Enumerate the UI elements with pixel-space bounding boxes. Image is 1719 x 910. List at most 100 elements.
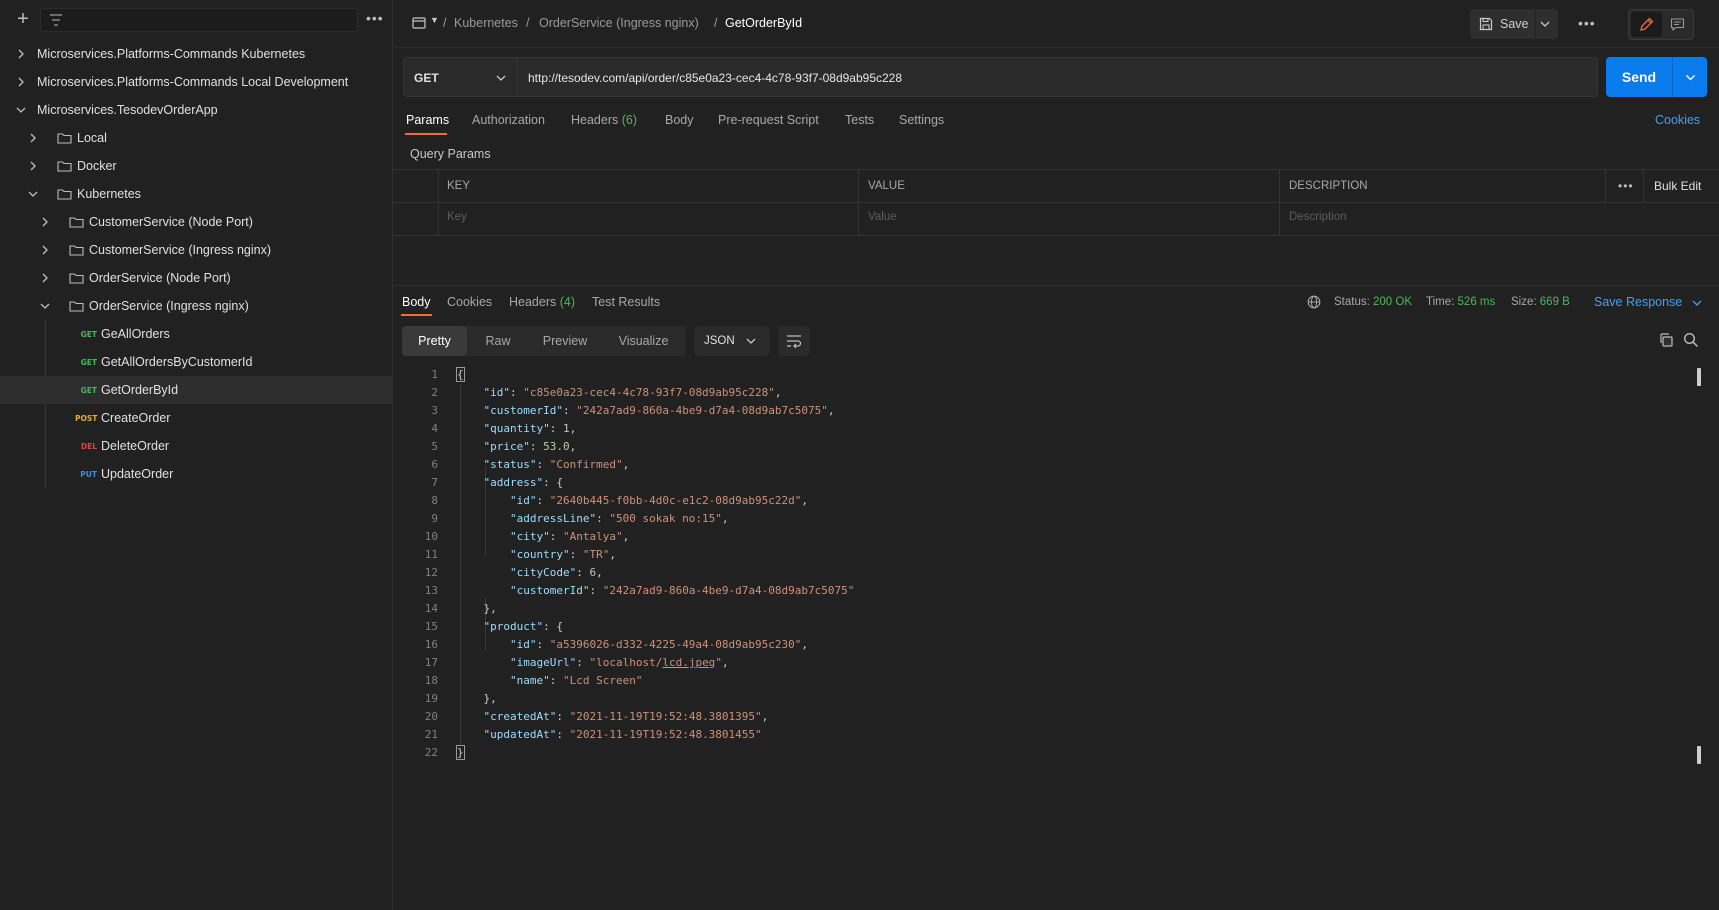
method-badge: GET bbox=[80, 357, 97, 367]
breadcrumb-current[interactable]: GetOrderById bbox=[725, 16, 802, 30]
size-readout[interactable]: Size: 669 B bbox=[1511, 296, 1570, 308]
tab-headers-count: (6) bbox=[621, 113, 638, 127]
json-value-image-url-link[interactable]: lcd.jpeg bbox=[662, 656, 715, 669]
description-input[interactable]: Description bbox=[1289, 211, 1347, 223]
tab-tests[interactable]: Tests bbox=[845, 113, 874, 127]
send-button[interactable]: Send bbox=[1606, 57, 1707, 97]
chevron-right-icon[interactable] bbox=[28, 133, 38, 143]
tree-item-collection[interactable]: Microservices.Platforms-Commands Kuberne… bbox=[0, 40, 392, 68]
tab-response-body[interactable]: Body bbox=[402, 295, 431, 309]
cookies-link[interactable]: Cookies bbox=[1655, 113, 1700, 127]
chevron-down-icon[interactable] bbox=[40, 301, 50, 311]
json-value-created-at: 2021-11-19T19:52:48.3801395 bbox=[576, 710, 756, 723]
folder-icon bbox=[57, 133, 72, 144]
tab-authorization[interactable]: Authorization bbox=[472, 113, 545, 127]
line-number: 20 bbox=[424, 710, 438, 723]
method-select[interactable]: GET bbox=[403, 57, 517, 97]
line-number: 7 bbox=[431, 476, 438, 489]
tree-item-folder[interactable]: OrderService (Ingress nginx) bbox=[0, 292, 392, 320]
search-icon[interactable] bbox=[1683, 332, 1699, 348]
json-key: "name" bbox=[509, 674, 550, 687]
tab-settings[interactable]: Settings bbox=[899, 113, 944, 127]
globe-icon[interactable] bbox=[1307, 295, 1321, 309]
chevron-down-icon[interactable] bbox=[1540, 19, 1550, 29]
chevron-right-icon[interactable] bbox=[28, 161, 38, 171]
chevron-down-icon[interactable] bbox=[16, 105, 26, 115]
scrollbar-marker[interactable] bbox=[1697, 368, 1701, 386]
edit-mode-button[interactable] bbox=[1631, 12, 1662, 37]
chevron-right-icon[interactable] bbox=[16, 77, 26, 87]
json-key: "price" bbox=[483, 440, 530, 453]
tab-response-cookies[interactable]: Cookies bbox=[447, 295, 492, 309]
tree-item-collection[interactable]: Microservices.TesodevOrderApp bbox=[0, 96, 392, 124]
tree-item-label: CustomerService (Node Port) bbox=[89, 215, 253, 229]
chevron-down-icon[interactable] bbox=[1685, 72, 1696, 83]
view-preview-button[interactable]: Preview bbox=[529, 326, 601, 356]
view-visualize-button[interactable]: Visualize bbox=[601, 326, 686, 356]
key-input[interactable]: Key bbox=[447, 211, 467, 223]
save-response-button[interactable]: Save Response bbox=[1594, 295, 1682, 309]
more-icon[interactable]: ••• bbox=[366, 10, 384, 26]
tree-item-collection[interactable]: Microservices.Platforms-Commands Local D… bbox=[0, 68, 392, 96]
time-readout[interactable]: Time: 526 ms bbox=[1426, 296, 1495, 308]
tab-params[interactable]: Params bbox=[406, 113, 449, 127]
chevron-right-icon[interactable] bbox=[40, 217, 50, 227]
tab-headers[interactable]: Headers (6) bbox=[571, 113, 637, 127]
bulk-edit-button[interactable]: Bulk Edit bbox=[1654, 179, 1701, 193]
tree-item-label: Microservices.Platforms-Commands Kuberne… bbox=[37, 47, 306, 61]
folder-icon bbox=[57, 161, 72, 172]
query-params-table: KEY VALUE DESCRIPTION ••• Bulk Edit Key … bbox=[394, 169, 1719, 236]
collection-icon[interactable] bbox=[412, 16, 426, 30]
chevron-right-icon[interactable] bbox=[40, 273, 50, 283]
tab-response-headers[interactable]: Headers (4) bbox=[509, 295, 575, 309]
chevron-down-icon[interactable]: ▼ bbox=[430, 15, 439, 25]
tree-item-request[interactable]: DEL DeleteOrder bbox=[0, 432, 392, 460]
json-key: "country" bbox=[509, 548, 570, 561]
tree-item-folder[interactable]: Kubernetes bbox=[0, 180, 392, 208]
tab-test-results[interactable]: Test Results bbox=[592, 295, 660, 309]
tree-item-label: Microservices.TesodevOrderApp bbox=[37, 103, 218, 117]
save-button[interactable]: Save bbox=[1470, 9, 1558, 39]
tree-item-folder[interactable]: Docker bbox=[0, 152, 392, 180]
more-icon[interactable]: ••• bbox=[1578, 15, 1596, 31]
tree-item-request[interactable]: PUT UpdateOrder bbox=[0, 460, 392, 488]
wrap-lines-button[interactable] bbox=[778, 326, 810, 356]
filter-input[interactable] bbox=[40, 8, 358, 32]
active-tab-indicator bbox=[401, 314, 432, 316]
more-icon[interactable]: ••• bbox=[1618, 179, 1634, 193]
tree-item-request-selected[interactable]: GET GetOrderById bbox=[0, 376, 392, 404]
tree-item-request[interactable]: POST CreateOrder bbox=[0, 404, 392, 432]
status-readout[interactable]: Status: 200 OK bbox=[1334, 296, 1412, 308]
comment-mode-button[interactable] bbox=[1664, 12, 1692, 37]
tree-item-folder[interactable]: Local bbox=[0, 124, 392, 152]
url-input[interactable]: http://tesodev.com/api/order/c85e0a23-ce… bbox=[517, 57, 1598, 97]
query-params-title: Query Params bbox=[410, 147, 491, 161]
plus-icon[interactable]: + bbox=[12, 9, 34, 31]
value-input[interactable]: Value bbox=[868, 211, 897, 223]
chevron-right-icon[interactable] bbox=[16, 49, 26, 59]
tab-prerequest-script[interactable]: Pre-request Script bbox=[718, 113, 819, 127]
save-label: Save bbox=[1500, 17, 1529, 31]
chevron-right-icon[interactable] bbox=[40, 245, 50, 255]
tree-item-request[interactable]: GET GeAllOrders bbox=[0, 320, 392, 348]
breadcrumb-item[interactable]: OrderService (Ingress nginx) bbox=[539, 16, 699, 30]
chevron-down-icon[interactable] bbox=[28, 189, 38, 199]
language-select[interactable]: JSON bbox=[694, 326, 770, 356]
tree-item-folder[interactable]: OrderService (Node Port) bbox=[0, 264, 392, 292]
view-pretty-button[interactable]: Pretty bbox=[402, 326, 467, 356]
tree-item-label: GetAllOrdersByCustomerId bbox=[101, 355, 253, 369]
tree-item-request[interactable]: GET GetAllOrdersByCustomerId bbox=[0, 348, 392, 376]
breadcrumb-item[interactable]: Kubernetes bbox=[454, 16, 518, 30]
scrollbar-marker[interactable] bbox=[1697, 746, 1701, 764]
json-key: "updatedAt" bbox=[483, 728, 557, 741]
tree-item-folder[interactable]: CustomerService (Node Port) bbox=[0, 208, 392, 236]
size-value: 669 B bbox=[1539, 296, 1570, 308]
status-value: 200 OK bbox=[1373, 296, 1413, 308]
json-key: "id" bbox=[483, 386, 511, 399]
tab-body[interactable]: Body bbox=[665, 113, 694, 127]
chevron-down-icon[interactable] bbox=[1692, 298, 1702, 308]
copy-icon[interactable] bbox=[1658, 332, 1674, 348]
tree-item-folder[interactable]: CustomerService (Ingress nginx) bbox=[0, 236, 392, 264]
code-line: 8 "id": "2640b445-f0bb-4d0c-e1c2-08d9ab9… bbox=[394, 492, 1694, 510]
view-raw-button[interactable]: Raw bbox=[467, 326, 529, 356]
